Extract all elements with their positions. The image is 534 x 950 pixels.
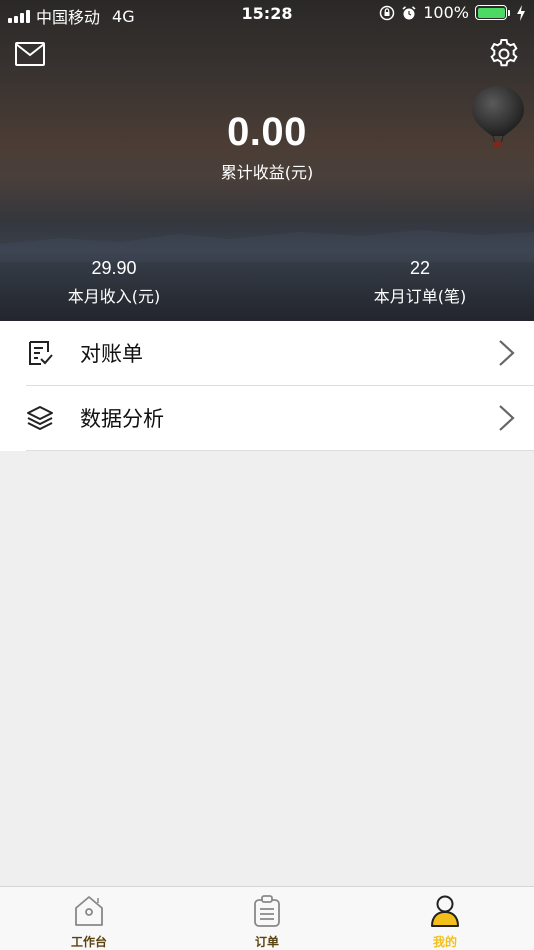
monthly-orders-value: 22 [409,258,431,278]
layers-icon [27,406,53,430]
battery-percent: 100% [423,3,469,22]
monthly-income-value: 29.90 [91,258,137,278]
total-earnings: 0.00 累计收益(元) [0,110,534,183]
tab-workbench-label: 工作台 [70,935,107,949]
battery-icon [475,5,510,20]
home-icon [75,896,103,926]
user-icon [431,895,459,927]
rotation-lock-icon [380,5,395,20]
charging-icon [517,4,525,21]
monthly-income[interactable]: 29.90 本月收入(元) [44,258,184,307]
monthly-orders-label: 本月订单(笔) [373,287,467,306]
tab-mine-label: 我的 [432,935,457,949]
menu-item-statement[interactable]: 对账单 [0,321,534,385]
menu-item-data-analysis[interactable]: 数据分析 [0,386,534,450]
mail-icon[interactable] [14,38,46,70]
menu-list: 对账单 数据分析 [0,321,534,451]
tab-orders[interactable]: 订单 [178,887,356,950]
divider [26,450,534,451]
menu-item-statement-label: 对账单 [80,342,143,366]
tab-workbench[interactable]: 工作台 [0,887,178,950]
tab-mine[interactable]: 我的 [356,887,534,950]
profile-header: 中国移动 4G 15:28 100% 0.00 累计收益(元) 29.90 本月… [0,0,534,321]
monthly-orders[interactable]: 22 本月订单(笔) [350,258,490,307]
total-earnings-label: 累计收益(元) [220,163,314,182]
clipboard-icon [254,895,280,927]
tab-bar: 工作台 订单 我的 [0,886,534,950]
status-bar: 中国移动 4G 15:28 100% [0,0,534,28]
monthly-income-label: 本月收入(元) [67,287,161,306]
chevron-right-icon [499,340,515,366]
statement-icon [29,341,53,365]
gear-icon[interactable] [488,38,520,70]
menu-item-data-analysis-label: 数据分析 [80,407,164,431]
chevron-right-icon [499,405,515,431]
alarm-icon [402,5,416,19]
tab-orders-label: 订单 [254,935,279,949]
total-earnings-value: 0.00 [227,110,307,154]
